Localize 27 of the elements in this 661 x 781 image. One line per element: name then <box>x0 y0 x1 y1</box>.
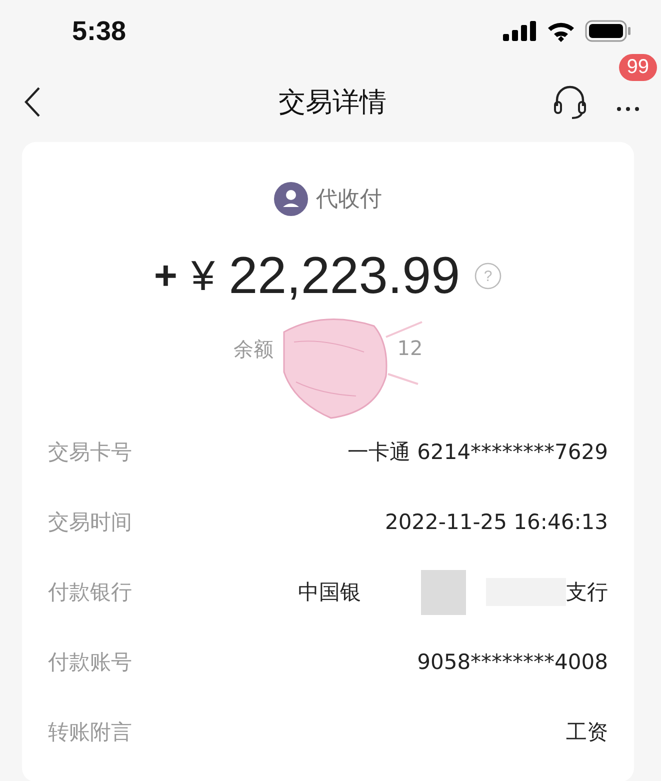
back-icon[interactable] <box>22 86 42 118</box>
currency-symbol: ¥ <box>191 252 215 300</box>
headset-icon[interactable] <box>553 84 587 120</box>
detail-value: 中国银 <box>298 579 361 606</box>
detail-label: 交易时间 <box>48 509 132 536</box>
detail-value: 一卡通 6214********7629 <box>347 439 608 466</box>
amount-value: 22,223.99 <box>228 246 460 306</box>
detail-value: 9058********4008 <box>417 650 608 674</box>
detail-value: 工资 <box>566 719 608 746</box>
page-title: 交易详情 <box>278 86 388 120</box>
amount-sign: + <box>154 254 178 298</box>
detail-value: 2022-11-25 16:46:13 <box>384 510 608 534</box>
notification-badge: 99 <box>618 54 657 81</box>
detail-label: 交易卡号 <box>48 439 132 466</box>
detail-label: 付款银行 <box>48 579 132 606</box>
detail-label: 转账附言 <box>48 719 132 746</box>
detail-value: 支行 <box>566 579 608 606</box>
balance-value: 12 <box>397 336 423 362</box>
signal-icon <box>503 21 537 41</box>
transaction-type: 代收付 <box>316 186 382 214</box>
wifi-icon <box>547 20 575 42</box>
avatar-icon <box>274 182 308 216</box>
balance-label: 余额 <box>233 336 274 363</box>
battery-icon <box>585 20 631 42</box>
help-icon[interactable]: ? <box>474 262 502 290</box>
detail-label: 付款账号 <box>48 649 132 676</box>
status-time: 5:38 <box>72 16 126 46</box>
